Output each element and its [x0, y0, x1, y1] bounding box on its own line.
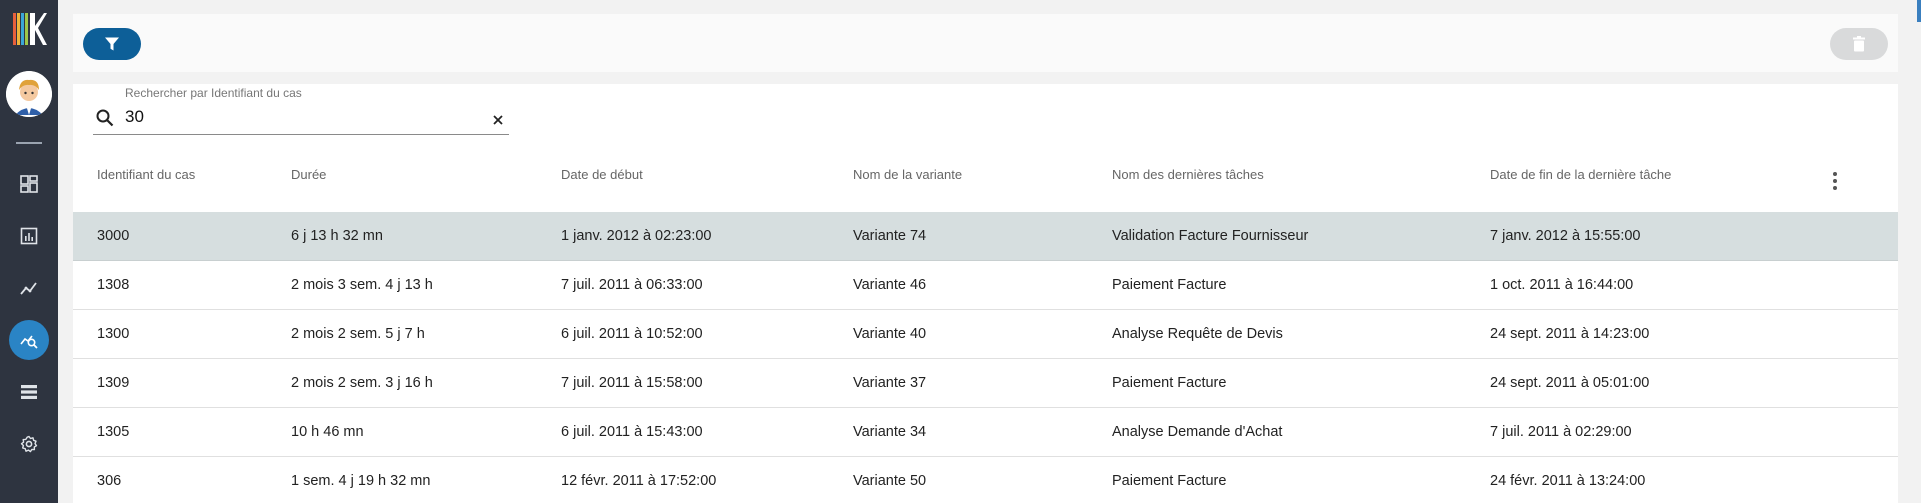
cell-duration: 6 j 13 h 32 mn [291, 228, 383, 244]
column-header-case-id[interactable]: Identifiant du cas [97, 160, 195, 190]
table-row[interactable]: 306 1 sem. 4 j 19 h 32 mn 12 févr. 2011 … [73, 457, 1898, 503]
gear-icon [20, 435, 38, 453]
sidebar-item-reports[interactable] [9, 216, 49, 256]
cell-last-tasks: Paiement Facture [1112, 375, 1227, 391]
sidebar [0, 0, 58, 503]
cell-duration: 10 h 46 mn [291, 424, 364, 440]
cell-case-id: 1309 [97, 375, 130, 391]
cell-case-id: 1300 [97, 326, 130, 342]
sidebar-item-settings[interactable] [9, 424, 49, 464]
cases-panel: Rechercher par Identifiant du cas Identi… [73, 84, 1898, 503]
cell-case-id: 306 [97, 473, 122, 489]
sidebar-item-dashboard[interactable] [9, 164, 49, 204]
cell-start-date: 7 juil. 2011 à 06:33:00 [561, 277, 703, 293]
list-icon [21, 385, 37, 399]
cell-variant-name: Variante 74 [853, 228, 927, 244]
table-header: Identifiant du cas Durée Date de début N… [73, 160, 1898, 212]
cell-start-date: 7 juil. 2011 à 15:58:00 [561, 375, 703, 391]
app: Rechercher par Identifiant du cas Identi… [0, 0, 1921, 503]
cell-last-tasks: Analyse Demande d'Achat [1112, 424, 1283, 440]
sidebar-divider [16, 142, 42, 144]
cell-case-id: 1308 [97, 277, 130, 293]
cell-case-id: 1305 [97, 424, 130, 440]
column-header-variant-name[interactable]: Nom de la variante [853, 160, 962, 190]
scrollbar-thumb[interactable] [1917, 0, 1921, 22]
cell-variant-name: Variante 37 [853, 375, 927, 391]
cell-start-date: 1 janv. 2012 à 02:23:00 [561, 228, 712, 244]
cell-duration: 1 sem. 4 j 19 h 32 mn [291, 473, 431, 489]
search-label: Rechercher par Identifiant du cas [125, 86, 302, 100]
cell-variant-name: Variante 34 [853, 424, 927, 440]
delete-button[interactable] [1830, 28, 1888, 60]
table-row[interactable]: 3000 6 j 13 h 32 mn 1 janv. 2012 à 02:23… [73, 212, 1898, 261]
trash-icon [1853, 36, 1865, 52]
search-underline [93, 134, 509, 135]
sidebar-item-analysis[interactable] [9, 320, 49, 360]
cell-last-task-end-date: 24 févr. 2011 à 13:24:00 [1490, 473, 1646, 489]
bar-chart-icon [20, 227, 38, 245]
app-logo[interactable] [11, 11, 47, 47]
more-vertical-icon[interactable] [1827, 170, 1843, 192]
column-header-start-date[interactable]: Date de début [561, 160, 643, 190]
cell-last-tasks: Validation Facture Fournisseur [1112, 228, 1309, 244]
search-input[interactable] [125, 104, 475, 130]
table-row[interactable]: 1305 10 h 46 mn 6 juil. 2011 à 15:43:00 … [73, 408, 1898, 457]
top-toolbar [73, 14, 1898, 72]
window-edge [1915, 0, 1921, 503]
cell-duration: 2 mois 2 sem. 3 j 16 h [291, 375, 433, 391]
filter-button[interactable] [83, 28, 141, 60]
cell-variant-name: Variante 40 [853, 326, 927, 342]
cell-last-task-end-date: 24 sept. 2011 à 14:23:00 [1490, 326, 1650, 342]
cell-last-task-end-date: 24 sept. 2011 à 05:01:00 [1490, 375, 1650, 391]
column-header-duration[interactable]: Durée [291, 160, 326, 190]
cell-last-task-end-date: 7 janv. 2012 à 15:55:00 [1490, 228, 1641, 244]
trend-line-icon [20, 282, 37, 295]
close-icon[interactable] [491, 113, 505, 127]
cell-last-tasks: Paiement Facture [1112, 277, 1227, 293]
sidebar-item-list[interactable] [9, 372, 49, 412]
cell-duration: 2 mois 2 sem. 5 j 7 h [291, 326, 425, 342]
search-field: Rechercher par Identifiant du cas [93, 84, 509, 138]
cell-last-tasks: Analyse Requête de Devis [1112, 326, 1283, 342]
cell-last-task-end-date: 1 oct. 2011 à 16:44:00 [1490, 277, 1634, 293]
cell-duration: 2 mois 3 sem. 4 j 13 h [291, 277, 433, 293]
cell-start-date: 6 juil. 2011 à 15:43:00 [561, 424, 703, 440]
column-header-last-tasks[interactable]: Nom des dernières tâches [1112, 160, 1264, 190]
cell-start-date: 12 févr. 2011 à 17:52:00 [561, 473, 717, 489]
cell-start-date: 6 juil. 2011 à 10:52:00 [561, 326, 703, 342]
user-avatar[interactable] [6, 71, 52, 117]
cell-last-task-end-date: 7 juil. 2011 à 02:29:00 [1490, 424, 1632, 440]
sidebar-item-trends[interactable] [9, 268, 49, 308]
analysis-search-icon [20, 335, 38, 349]
cell-variant-name: Variante 46 [853, 277, 927, 293]
cell-variant-name: Variante 50 [853, 473, 927, 489]
cases-table: Identifiant du cas Durée Date de début N… [73, 160, 1898, 503]
cell-last-tasks: Paiement Facture [1112, 473, 1227, 489]
table-row[interactable]: 1309 2 mois 2 sem. 3 j 16 h 7 juil. 2011… [73, 359, 1898, 408]
dashboard-icon [20, 175, 38, 193]
column-header-last-task-end-date[interactable]: Date de fin de la dernière tâche [1490, 160, 1671, 190]
cell-case-id: 3000 [97, 228, 130, 244]
search-icon [96, 109, 114, 127]
filter-icon [105, 37, 119, 51]
table-row[interactable]: 1300 2 mois 2 sem. 5 j 7 h 6 juil. 2011 … [73, 310, 1898, 359]
table-row[interactable]: 1308 2 mois 3 sem. 4 j 13 h 7 juil. 2011… [73, 261, 1898, 310]
